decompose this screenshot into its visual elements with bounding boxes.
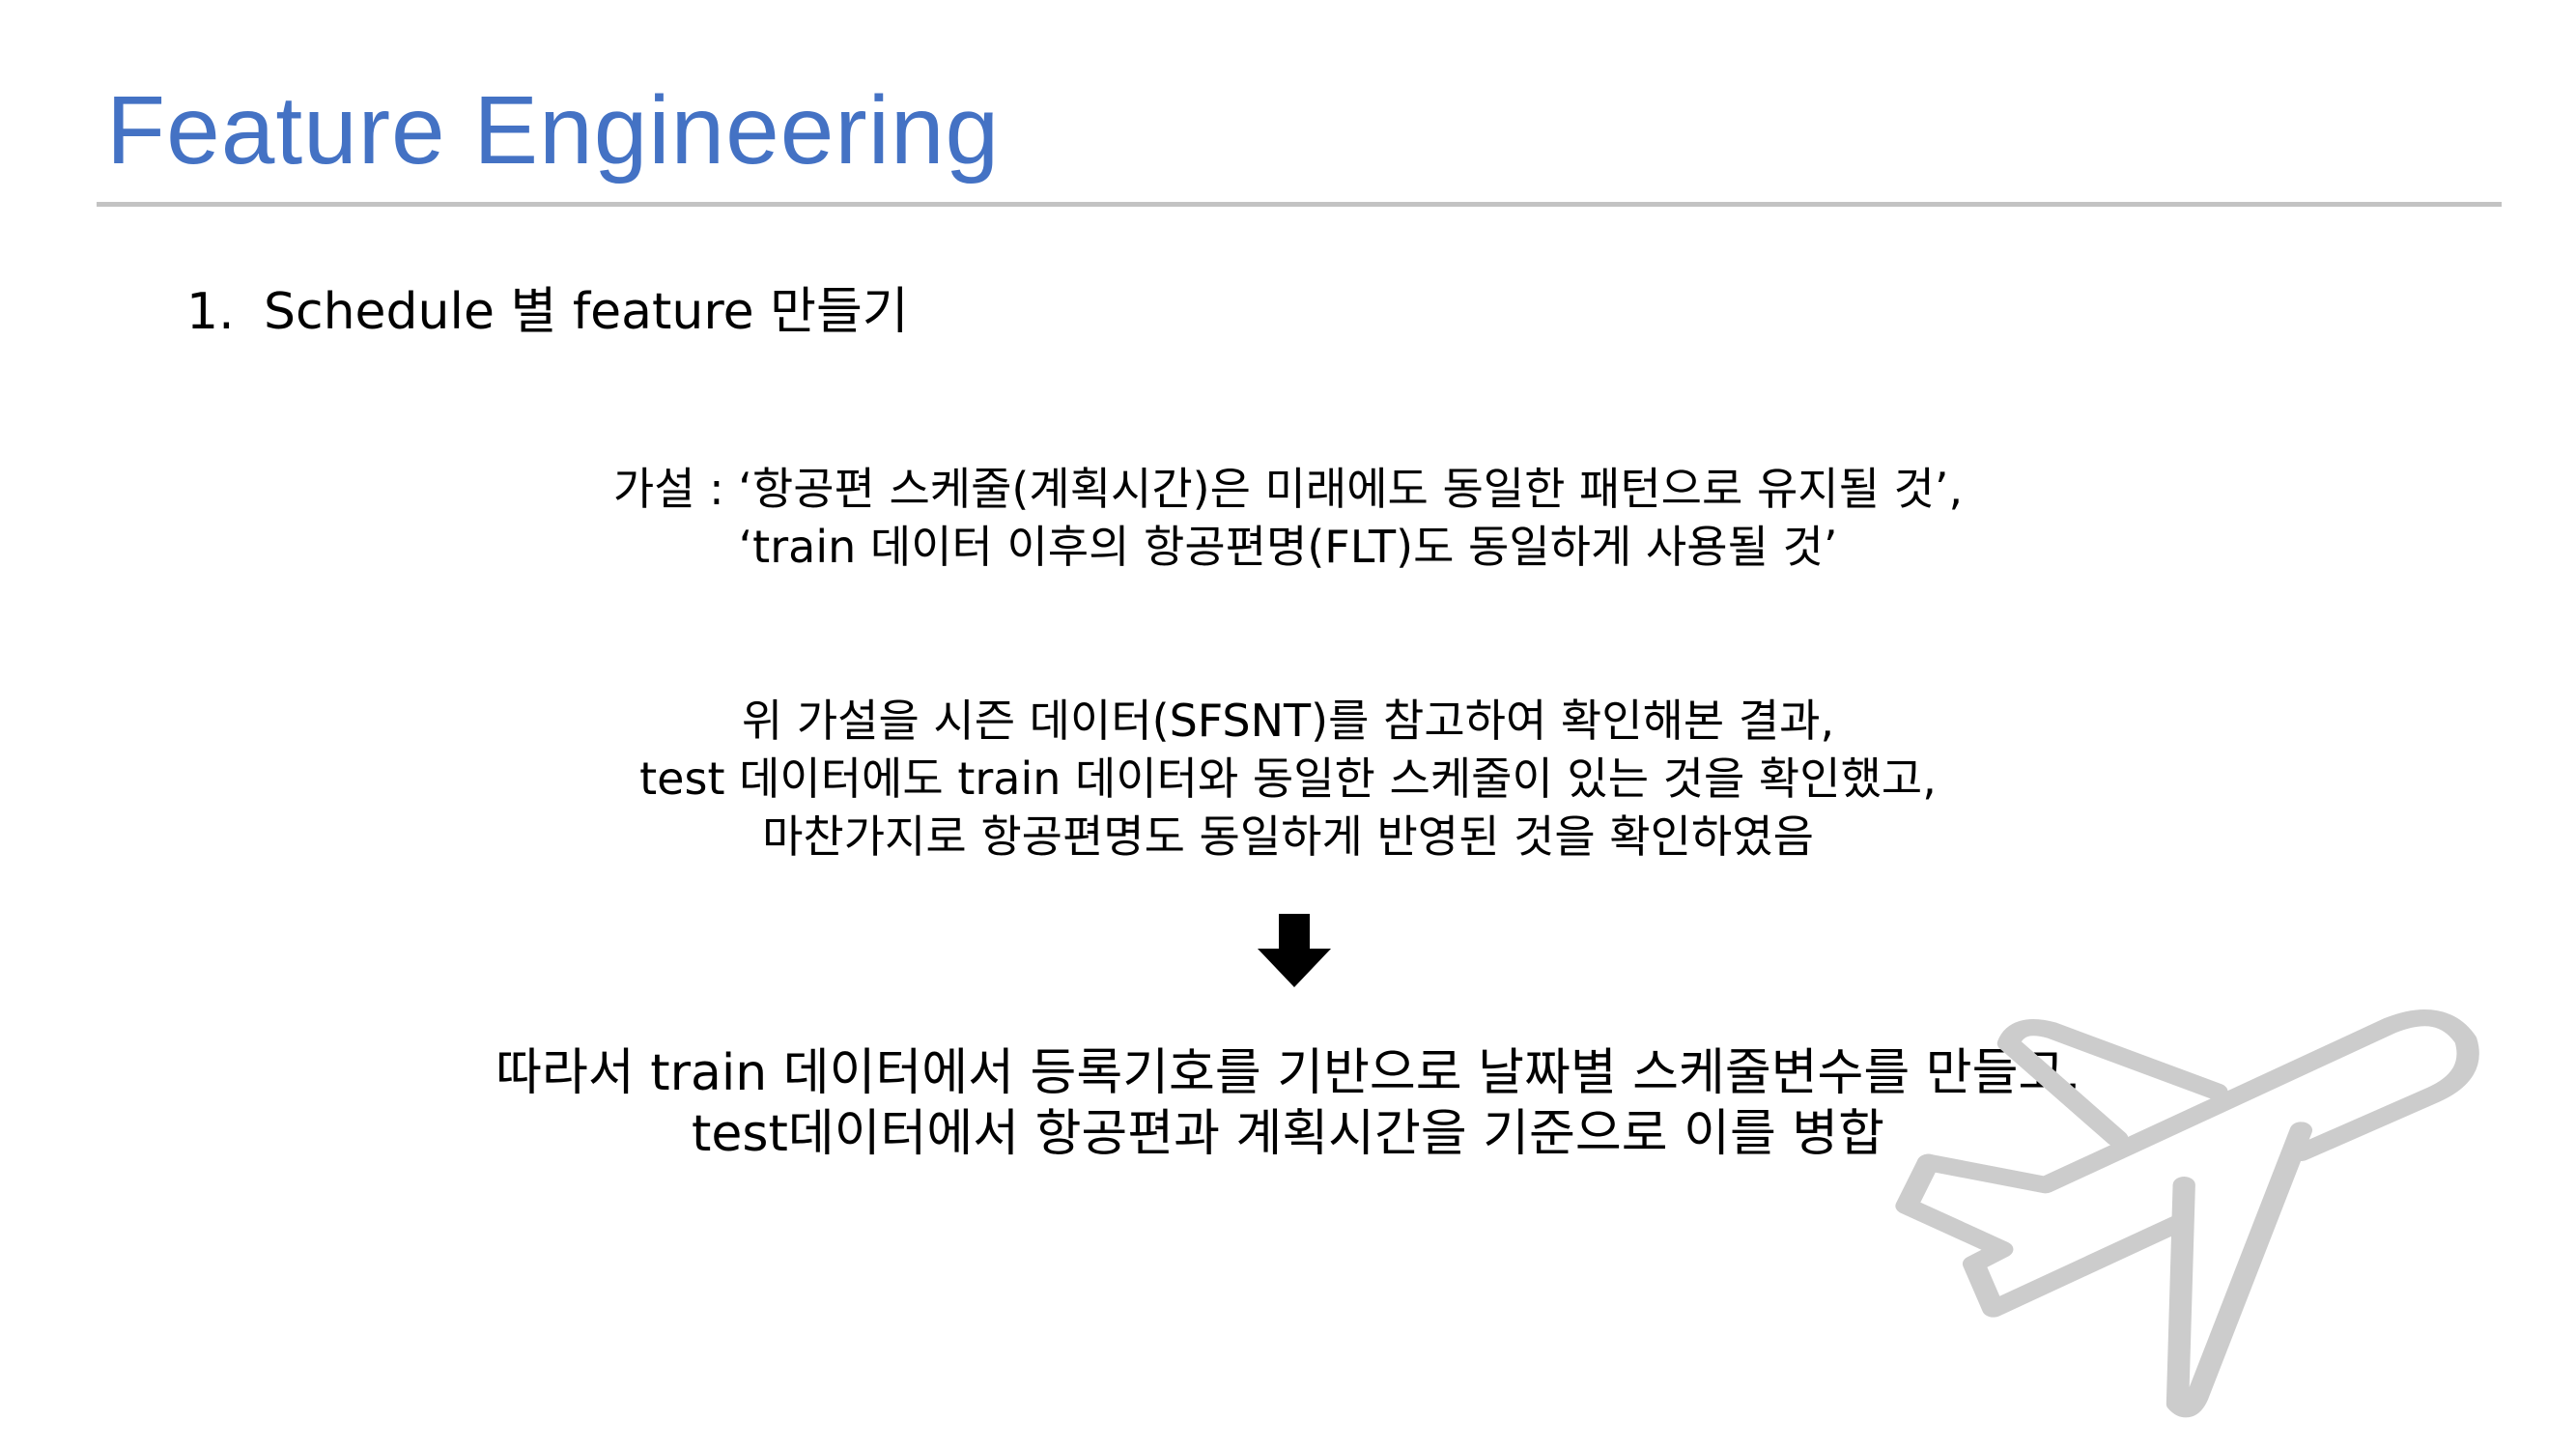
title-divider	[97, 202, 2502, 207]
section-label: Schedule 별 feature 만들기	[264, 283, 909, 341]
findings-line: 위 가설을 시즌 데이터(SFSNT)를 참고하여 확인해본 결과,	[741, 695, 1835, 747]
findings-line: test 데이터에도 train 데이터와 동일한 스케줄이 있는 것을 확인했…	[639, 753, 1937, 805]
section-heading: 1. Schedule 별 feature 만들기	[186, 270, 909, 343]
section-number: 1.	[186, 283, 235, 341]
hypothesis-line: ‘train 데이터 이후의 항공편명(FLT)도 동일하게 사용될 것’	[738, 521, 1838, 573]
hypothesis-text: 가설 : ‘항공편 스케줄(계획시간)은 미래에도 동일한 패턴으로 유지될 것…	[0, 460, 2576, 576]
findings-line: 마찬가지로 항공편명도 동일하게 반영된 것을 확인하였음	[762, 810, 1814, 863]
hypothesis-line: 가설 : ‘항공편 스케줄(계획시간)은 미래에도 동일한 패턴으로 유지될 것…	[612, 463, 1964, 515]
arrow-down-icon	[1258, 914, 1331, 987]
findings-text: 위 가설을 시즌 데이터(SFSNT)를 참고하여 확인해본 결과, test …	[0, 692, 2576, 866]
slide-title: Feature Engineering	[106, 76, 1001, 185]
airplane-icon	[1895, 1009, 2479, 1418]
